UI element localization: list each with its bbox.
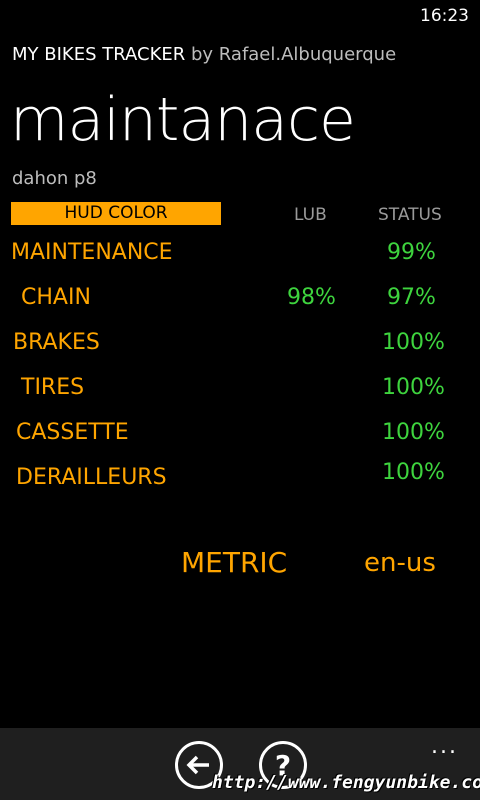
page-title: maintanace bbox=[10, 85, 356, 155]
app-author: by Rafael.Albuquerque bbox=[191, 44, 397, 65]
watermark-text: http://www.fengyunbike.com bbox=[212, 772, 480, 793]
hud-color-button[interactable]: HUD COLOR bbox=[11, 202, 221, 225]
app-name: MY BIKES TRACKER bbox=[12, 44, 186, 65]
status-value-tires: 100% bbox=[382, 375, 445, 400]
status-value-chain: 97% bbox=[387, 285, 436, 310]
units-setting[interactable]: METRIC bbox=[181, 546, 287, 579]
row-label-chain[interactable]: CHAIN bbox=[21, 285, 91, 310]
status-value-cassette: 100% bbox=[382, 420, 445, 445]
status-value-maintenance: 99% bbox=[387, 240, 436, 265]
bike-name: dahon p8 bbox=[12, 168, 97, 189]
lub-value-chain: 98% bbox=[287, 285, 336, 310]
row-label-maintenance[interactable]: MAINTENANCE bbox=[11, 240, 173, 265]
locale-setting[interactable]: en-us bbox=[364, 548, 436, 578]
row-label-tires[interactable]: TIRES bbox=[21, 375, 84, 400]
status-value-derailleurs: 100% bbox=[382, 460, 445, 485]
lub-column-header: LUB bbox=[294, 205, 327, 225]
row-label-derailleurs[interactable]: DERAILLEURS bbox=[16, 465, 167, 490]
status-time: 16:23 bbox=[420, 6, 469, 26]
status-column-header: STATUS bbox=[378, 205, 442, 225]
row-label-brakes[interactable]: BRAKES bbox=[13, 330, 100, 355]
row-label-cassette[interactable]: CASSETTE bbox=[16, 420, 129, 445]
status-value-brakes: 100% bbox=[382, 330, 445, 355]
more-menu-button[interactable]: ... bbox=[431, 734, 458, 759]
